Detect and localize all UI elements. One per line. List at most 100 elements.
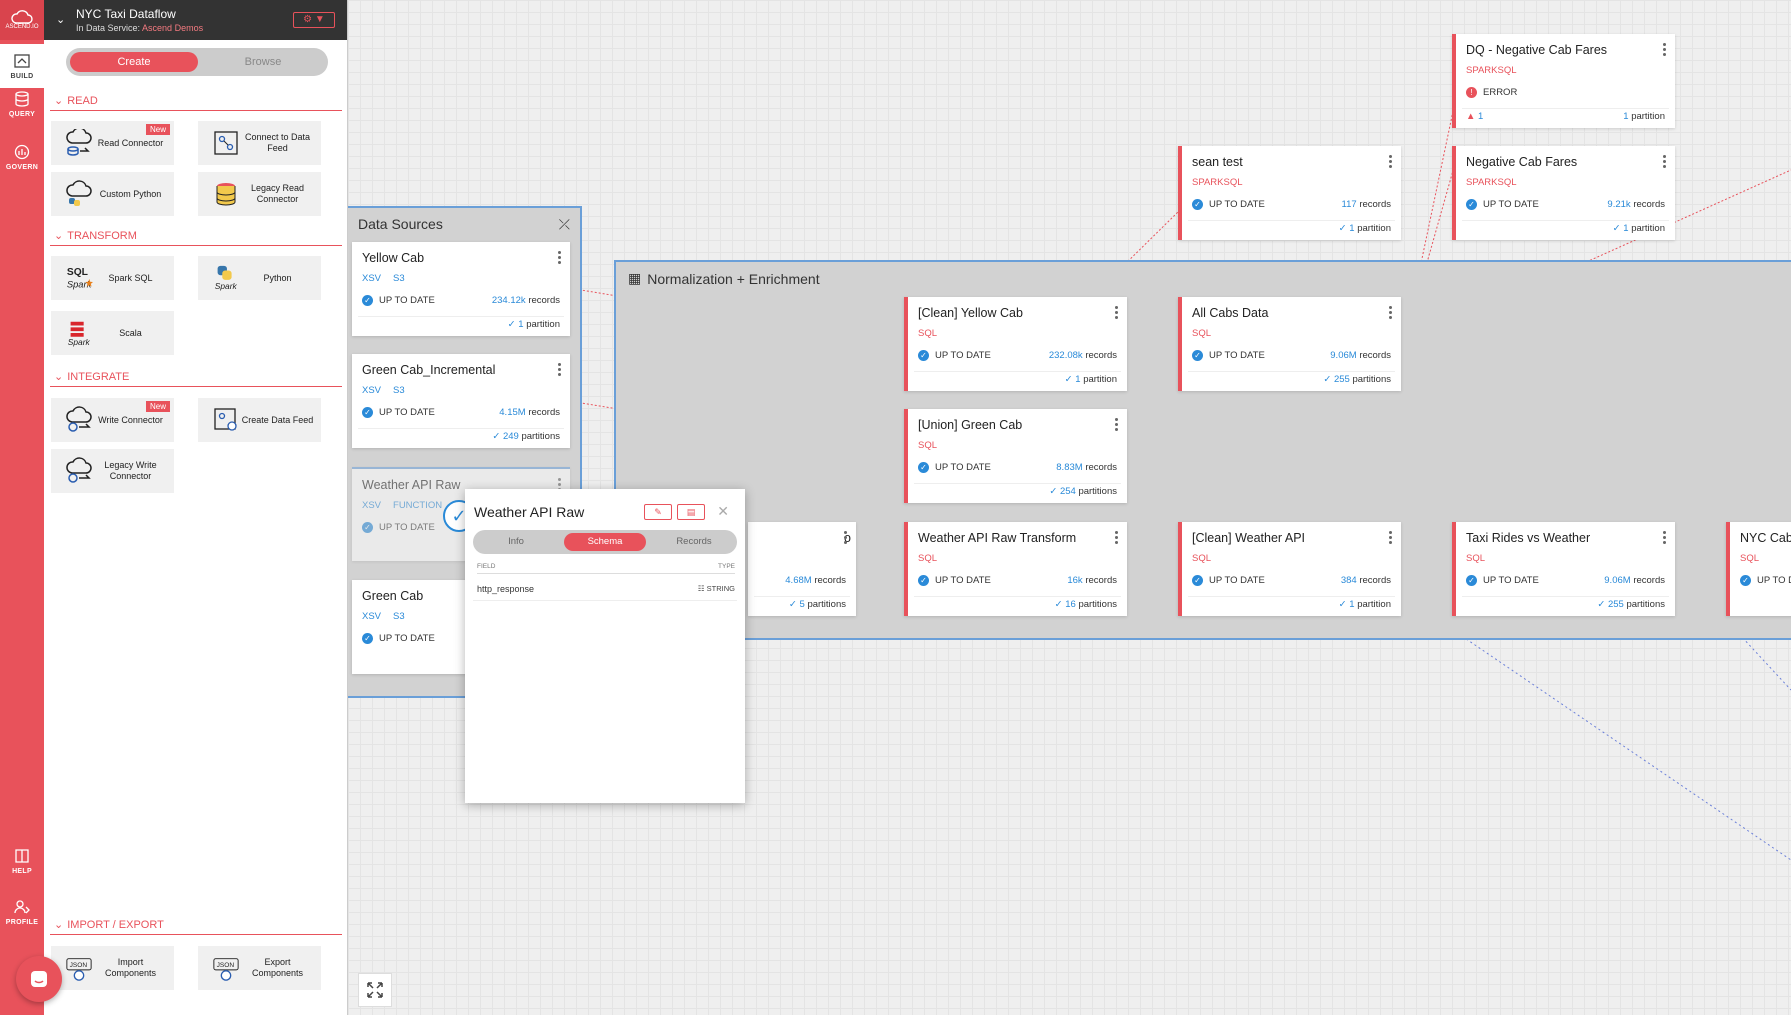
help-book-icon: [15, 849, 29, 863]
node-nyc-cab[interactable]: NYC Cab SQL ✓ UP TO D: [1726, 522, 1791, 616]
check-icon: ✓: [1338, 599, 1347, 610]
tab-create[interactable]: Create: [70, 52, 198, 72]
settings-dropdown-button[interactable]: ⚙ ▼: [293, 12, 335, 28]
section-title: READ: [67, 95, 98, 107]
chat-launcher-button[interactable]: [16, 956, 62, 1002]
python-tile[interactable]: Spark Python: [198, 256, 321, 300]
legacy-database-icon: [212, 180, 240, 208]
node-all-cabs-data[interactable]: All Cabs Data SQL ✓ UP TO DATE 9.06M reco…: [1178, 297, 1401, 391]
node-clean-yellow-cab[interactable]: [Clean] Yellow Cab SQL ✓ UP TO DATE 232.0…: [904, 297, 1127, 391]
scala-tile[interactable]: Spark Scala: [51, 311, 174, 355]
kebab-menu-icon[interactable]: [1389, 155, 1393, 168]
partition-label: partitions: [807, 599, 846, 610]
import-components-tile[interactable]: JSON Import Components: [51, 946, 174, 990]
node-union-green-cab[interactable]: [Union] Green Cab SQL ✓ UP TO DATE 8.83M …: [904, 409, 1127, 503]
record-count: 384: [1340, 575, 1357, 586]
node-clean-weather-api[interactable]: [Clean] Weather API SQL ✓ UP TO DATE 384 …: [1178, 522, 1401, 616]
check-circle-icon: ✓: [918, 350, 929, 361]
open-button[interactable]: ▤: [677, 504, 705, 520]
schema-row[interactable]: http_response ☷ STRING: [477, 584, 735, 594]
section-integrate[interactable]: ⌄ INTEGRATE: [50, 370, 342, 387]
service-link[interactable]: Ascend Demos: [142, 23, 203, 33]
node-negative-cab-fares[interactable]: Negative Cab Fares SPARKSQL ✓ UP TO DATE …: [1452, 146, 1675, 240]
kebab-menu-icon[interactable]: [1663, 43, 1667, 56]
legacy-read-connector-tile[interactable]: Legacy Read Connector: [198, 172, 321, 216]
legacy-write-connector-tile[interactable]: Legacy Write Connector: [51, 449, 174, 493]
rail-label: BUILD: [10, 73, 34, 80]
svg-text:Spark: Spark: [215, 281, 238, 291]
popup-title: Weather API Raw: [474, 504, 585, 520]
rail-item-query[interactable]: QUERY: [0, 90, 44, 118]
kebab-menu-icon[interactable]: [1115, 418, 1119, 431]
spark-sql-tile[interactable]: SQL Spark Spark SQL: [51, 256, 174, 300]
dataflow-header: ⌄ NYC Taxi Dataflow In Data Service: Asc…: [44, 0, 347, 40]
close-icon[interactable]: ✕: [717, 503, 729, 520]
node-sean-test[interactable]: sean test SPARKSQL ✓ UP TO DATE 117 recor…: [1178, 146, 1401, 240]
build-icon: [14, 54, 30, 68]
node-green-cab-incremental[interactable]: Green Cab_Incremental XSV S3 ✓ UP TO DATE …: [352, 354, 570, 448]
section-read[interactable]: ⌄ READ: [50, 94, 342, 111]
section-transform[interactable]: ⌄ TRANSFORM: [50, 229, 342, 246]
node-yellow-cab[interactable]: Yellow Cab XSV S3 ✓ UP TO DATE 234.12k rec…: [352, 242, 570, 336]
rail-item-profile[interactable]: PROFILE: [0, 898, 44, 926]
rail-item-build[interactable]: BUILD: [0, 44, 44, 88]
ascend-logo[interactable]: ASCEND.IO: [0, 0, 44, 40]
node-partially-hidden[interactable]: o 4.68M records ✓ 5 partitions: [748, 522, 856, 616]
kebab-menu-icon[interactable]: [1115, 306, 1119, 319]
tab-schema[interactable]: Schema: [564, 533, 646, 551]
partition-label: partition: [526, 319, 560, 330]
node-tag: XSV: [362, 611, 382, 622]
records-label: records: [1633, 575, 1665, 586]
node-tag: S3: [393, 273, 405, 284]
node-tag: SQL: [1740, 553, 1760, 564]
rail-item-help[interactable]: HELP: [0, 847, 44, 875]
logo-text: ASCEND.IO: [5, 24, 39, 30]
check-circle-icon: ✓: [1466, 575, 1477, 586]
node-weather-api-raw-transform[interactable]: Weather API Raw Transform SQL ✓ UP TO DAT…: [904, 522, 1127, 616]
new-badge: New: [145, 124, 170, 135]
kebab-menu-icon[interactable]: [558, 363, 562, 376]
node-status: UP TO DATE: [935, 462, 991, 473]
check-icon: ✓: [507, 319, 516, 330]
node-tag: S3: [393, 611, 405, 622]
export-components-tile[interactable]: JSON Export Components: [198, 946, 321, 990]
record-count: 16k: [1067, 575, 1083, 586]
kebab-menu-icon[interactable]: [558, 251, 562, 264]
create-data-feed-tile[interactable]: Create Data Feed: [198, 398, 321, 442]
edit-button[interactable]: ✎: [644, 504, 672, 520]
tab-records[interactable]: Records: [653, 533, 735, 551]
record-count: 232.08k: [1048, 350, 1083, 361]
kebab-menu-icon[interactable]: [1389, 531, 1393, 544]
field-name: http_response: [477, 584, 535, 594]
node-taxi-rides-vs-weather[interactable]: Taxi Rides vs Weather SQL ✓ UP TO DATE 9.…: [1452, 522, 1675, 616]
custom-python-tile[interactable]: Custom Python: [51, 172, 174, 216]
chevron-down-icon[interactable]: ⌄: [56, 13, 65, 26]
partition-count: 1: [1349, 599, 1355, 610]
tile-label: Export Components: [251, 957, 304, 978]
node-dq-negative-cab-fares[interactable]: DQ - Negative Cab Fares SPARKSQL ! ERROR …: [1452, 34, 1675, 128]
connect-data-feed-tile[interactable]: Connect to Data Feed: [198, 121, 321, 165]
record-count: 9.21k: [1607, 199, 1631, 210]
chevron-down-icon: ⌄: [54, 230, 64, 242]
tab-browse[interactable]: Browse: [202, 52, 324, 72]
records-label: records: [1085, 462, 1117, 473]
kebab-menu-icon[interactable]: [1115, 531, 1119, 544]
fit-view-button[interactable]: [358, 973, 392, 1007]
kebab-menu-icon[interactable]: [1663, 155, 1667, 168]
write-connector-tile[interactable]: Write Connector New: [51, 398, 174, 442]
tab-info[interactable]: Info: [475, 533, 557, 551]
read-connector-tile[interactable]: Read Connector New: [51, 121, 174, 165]
component-preview-popup: Weather API Raw ✎ ▤ ✕ Info Schema Record…: [465, 489, 745, 803]
kebab-menu-icon[interactable]: [1663, 531, 1667, 544]
kebab-menu-icon[interactable]: [1389, 306, 1393, 319]
partition-label: partition: [1357, 223, 1391, 234]
node-tag: SPARKSQL: [1192, 177, 1243, 188]
check-circle-icon: ✓: [362, 522, 373, 533]
node-tag: SQL: [918, 440, 938, 451]
section-import-export[interactable]: ⌄ IMPORT / EXPORT: [50, 918, 342, 935]
rail-item-govern[interactable]: GOVERN: [0, 143, 44, 171]
partition-label: partitions: [1078, 599, 1117, 610]
kebab-menu-icon[interactable]: [844, 531, 848, 544]
new-badge: New: [145, 401, 170, 412]
collapse-icon[interactable]: ⤫: [559, 216, 570, 233]
